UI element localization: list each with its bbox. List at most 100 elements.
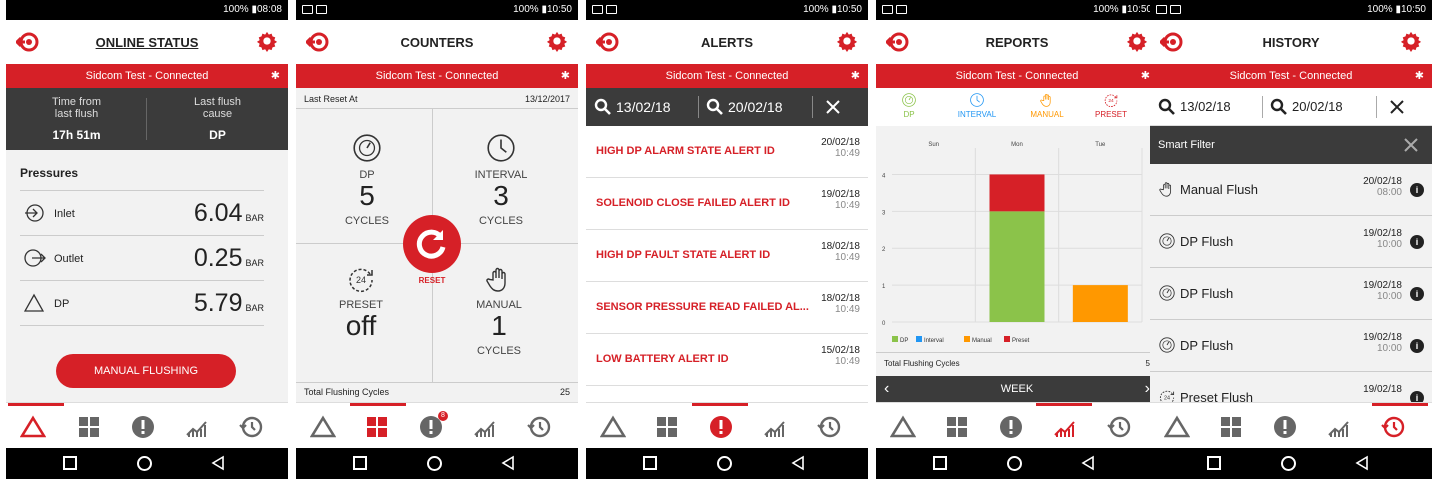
home-icon[interactable] — [717, 456, 732, 471]
search-icon[interactable] — [1270, 98, 1288, 116]
counters-tab-icon[interactable] — [1218, 415, 1244, 439]
back-icon[interactable] — [790, 455, 806, 471]
bluetooth-icon: ✱ — [1140, 70, 1150, 82]
recents-icon[interactable] — [933, 456, 947, 470]
to-date[interactable]: 20/02/18 — [728, 99, 783, 115]
to-date[interactable]: 20/02/18 — [1292, 99, 1343, 114]
total-row: Total Flushing Cycles 25 — [296, 382, 578, 402]
alerts-tab-icon[interactable] — [708, 415, 734, 439]
reports-tab-icon[interactable] — [1326, 415, 1352, 439]
status-tab-icon[interactable] — [890, 415, 916, 439]
gear-icon[interactable] — [546, 30, 568, 52]
history-item[interactable]: Manual Flush 20/02/18 08:00 i — [1150, 164, 1432, 216]
status-tab-icon[interactable] — [1164, 415, 1190, 439]
history-item[interactable]: Preset Flush 19/02/18 i — [1150, 372, 1432, 402]
info-icon[interactable]: i — [1410, 339, 1424, 353]
manual-flushing-button[interactable]: MANUAL FLUSHING — [56, 354, 236, 388]
inlet-icon — [25, 204, 44, 222]
reports-tab-icon[interactable] — [472, 415, 498, 439]
alert-item[interactable]: HIGH DP ALARM STATE ALERT ID 20/02/18 10:4… — [586, 126, 868, 178]
history-tab-icon[interactable] — [526, 415, 552, 439]
alert-item[interactable]: SOLENOID CLOSE FAILED ALERT ID 19/02/18 10… — [586, 178, 868, 230]
connection-text: Sidcom Test - Connected — [955, 70, 1079, 82]
history-tab-icon[interactable] — [238, 415, 264, 439]
bluetooth-icon: ✱ — [1414, 70, 1424, 82]
divider — [1262, 96, 1263, 118]
counters-tab-icon[interactable] — [654, 415, 680, 439]
recents-icon[interactable] — [1207, 456, 1221, 470]
search-icon[interactable] — [706, 98, 724, 116]
search-icon[interactable] — [1158, 98, 1176, 116]
dp-counter-value: 5 — [359, 180, 375, 211]
alert-date: 20/02/18 — [821, 137, 860, 148]
from-date[interactable]: 13/02/18 — [1180, 99, 1231, 114]
filter-tab-preset[interactable]: PRESET — [1086, 92, 1136, 119]
reset-label[interactable]: RESET — [403, 276, 461, 285]
status-tab-icon[interactable] — [600, 415, 626, 439]
alerts-tab-icon[interactable] — [1272, 415, 1298, 439]
gear-icon[interactable] — [836, 30, 858, 52]
home-icon[interactable] — [427, 456, 442, 471]
history-tab-icon[interactable] — [816, 415, 842, 439]
alert-item[interactable]: HIGH DP FAULT STATE ALERT ID 18/02/18 10:4… — [586, 230, 868, 282]
alert-datetime: 18/02/18 10:49 — [821, 241, 860, 263]
back-icon[interactable] — [210, 455, 226, 471]
alerts-tab-icon[interactable] — [130, 415, 156, 439]
info-icon[interactable]: i — [1410, 287, 1424, 301]
gauge-icon — [901, 92, 917, 108]
back-icon[interactable] — [1354, 455, 1370, 471]
back-icon[interactable] — [500, 455, 516, 471]
reports-tab-icon[interactable] — [1052, 415, 1078, 439]
info-icon[interactable]: i — [1410, 235, 1424, 249]
history-item[interactable]: DP Flush 19/02/18 10:00 i — [1150, 216, 1432, 268]
filter-tab-dp[interactable]: DP — [884, 92, 934, 119]
reports-tab-icon[interactable] — [184, 415, 210, 439]
gear-icon[interactable] — [1126, 30, 1148, 52]
alerts-tab-icon[interactable] — [998, 415, 1024, 439]
smart-filter-bar[interactable]: Smart Filter — [1150, 126, 1432, 164]
alert-datetime: 19/02/18 10:49 — [821, 189, 860, 211]
active-tab-indicator — [350, 403, 406, 406]
counters-tab-icon[interactable] — [76, 415, 102, 439]
history-item[interactable]: DP Flush 19/02/18 10:00 i — [1150, 320, 1432, 372]
gear-icon[interactable] — [256, 30, 278, 52]
home-icon[interactable] — [137, 456, 152, 471]
close-icon[interactable] — [1402, 136, 1420, 154]
from-date[interactable]: 13/02/18 — [616, 99, 671, 115]
page-title: COUNTERS — [400, 35, 474, 50]
counters-tab-icon[interactable] — [364, 415, 390, 439]
recents-icon[interactable] — [63, 456, 77, 470]
home-icon[interactable] — [1281, 456, 1296, 471]
close-icon[interactable] — [1388, 98, 1406, 116]
status-tab-icon[interactable] — [310, 415, 336, 439]
alert-date: 18/02/18 — [821, 241, 860, 252]
recents-icon[interactable] — [643, 456, 657, 470]
history-tab-icon[interactable] — [1106, 415, 1132, 439]
gear-icon[interactable] — [1400, 30, 1422, 52]
system-nav — [876, 448, 1158, 479]
bottom-nav — [586, 402, 868, 448]
info-icon[interactable]: i — [1410, 183, 1424, 197]
alert-time: 10:49 — [834, 252, 860, 263]
history-time: 10:00 — [1376, 291, 1402, 302]
chevron-left-icon[interactable]: ‹ — [884, 376, 889, 402]
filter-tab-manual[interactable]: MANUAL — [1022, 92, 1072, 119]
back-icon[interactable] — [1080, 455, 1096, 471]
recents-icon[interactable] — [353, 456, 367, 470]
alert-item[interactable]: SENSOR PRESSURE READ FAILED AL... 18/02/1… — [586, 282, 868, 334]
counters-tab-icon[interactable] — [944, 415, 970, 439]
info-icon[interactable]: i — [1410, 391, 1424, 402]
close-icon[interactable] — [824, 98, 842, 116]
search-icon[interactable] — [594, 98, 612, 116]
screen-online-status: 100% ▮08:08 ONLINE STATUS Sidcom Test - … — [6, 0, 288, 479]
status-tab-icon[interactable] — [20, 415, 46, 439]
outlet-number: 0.25 — [193, 244, 243, 272]
home-icon[interactable] — [1007, 456, 1022, 471]
filter-tab-interval[interactable]: INTERVAL — [952, 92, 1002, 119]
pressure-row-inlet: Inlet 6.04 BAR — [20, 191, 264, 236]
reset-button[interactable] — [403, 215, 461, 273]
reports-tab-icon[interactable] — [762, 415, 788, 439]
history-tab-icon[interactable] — [1380, 415, 1406, 439]
history-item[interactable]: DP Flush 19/02/18 10:00 i — [1150, 268, 1432, 320]
alert-item[interactable]: LOW BATTERY ALERT ID 15/02/18 10:49 — [586, 334, 868, 386]
